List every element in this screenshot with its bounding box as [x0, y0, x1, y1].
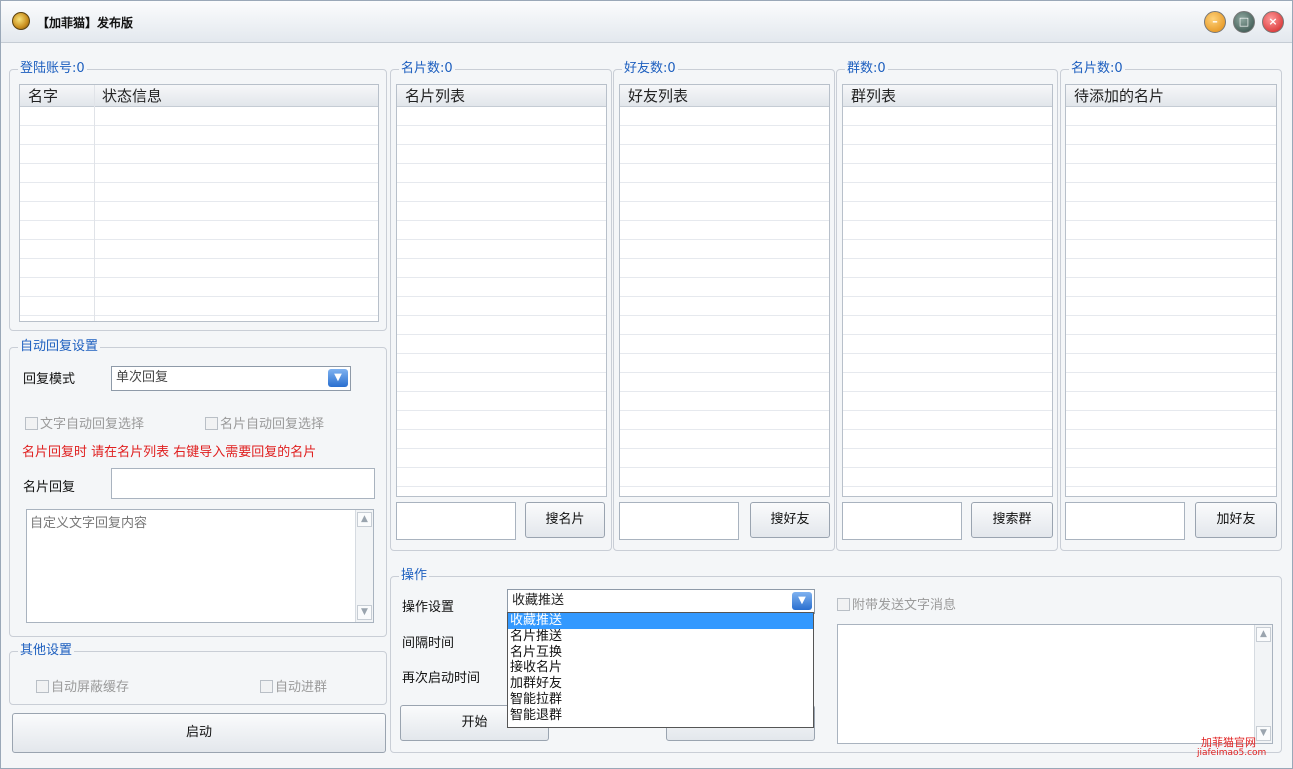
maximize-button[interactable]: □: [1233, 11, 1255, 33]
block-cache-checkbox[interactable]: 自动屏蔽缓存: [36, 676, 129, 695]
search-friends-button[interactable]: 搜好友: [750, 502, 830, 538]
search-cards-button[interactable]: 搜名片: [525, 502, 605, 538]
operation-setting-label: 操作设置: [402, 600, 455, 615]
close-button[interactable]: ×: [1262, 11, 1284, 33]
scroll-down-icon[interactable]: ▼: [357, 605, 372, 620]
card-search-input[interactable]: [396, 502, 516, 540]
attach-text-textarea[interactable]: ▲ ▼: [837, 624, 1273, 744]
scroll-up-icon[interactable]: ▲: [357, 512, 372, 527]
dropdown-option[interactable]: 名片互换: [508, 645, 813, 661]
auto-reply-label: 自动回复设置: [18, 339, 101, 355]
chevron-down-icon[interactable]: ▼: [792, 592, 812, 610]
auto-reply-group: 自动回复设置 回复模式 单次回复 ▼ 文字自动回复选择 名片自动回复选择 名片回…: [9, 339, 387, 637]
window-title: 【加菲猫】发布版: [37, 16, 134, 30]
card-auto-reply-checkbox[interactable]: 名片自动回复选择: [205, 413, 324, 432]
friends-list[interactable]: 好友列表: [619, 84, 830, 497]
cards-list[interactable]: 名片列表: [396, 84, 607, 497]
restart-time-label: 再次启动时间: [402, 671, 481, 686]
cards-count-label: 名片数:0: [399, 61, 455, 77]
cat-logo-icon: [12, 12, 30, 30]
accounts-table-header: 名字 状态信息: [20, 85, 378, 107]
interval-time-label: 间隔时间: [402, 636, 455, 651]
attach-scrollbar[interactable]: ▲ ▼: [1254, 625, 1272, 743]
attach-text-checkbox[interactable]: 附带发送文字消息: [837, 594, 956, 613]
pending-input[interactable]: [1065, 502, 1185, 540]
operation-label: 操作: [399, 568, 430, 584]
watermark-url: jiafeimao5.com: [1197, 748, 1267, 758]
start-button[interactable]: 启动: [12, 713, 386, 753]
cards-group: 名片数:0 名片列表 搜名片: [390, 61, 612, 551]
other-settings-label: 其他设置: [18, 643, 75, 659]
col-name-header[interactable]: 名字: [28, 87, 58, 105]
reply-mode-select[interactable]: 单次回复 ▼: [111, 366, 351, 391]
main-window: 【加菲猫】发布版 – □ × 登陆账号:0 名字 状态信息 名片数:0 名片列表…: [0, 0, 1293, 769]
other-settings-group: 其他设置 自动屏蔽缓存 自动进群: [9, 643, 387, 705]
card-reply-label: 名片回复: [23, 480, 76, 495]
group-search-input[interactable]: [842, 502, 962, 540]
dropdown-option[interactable]: 名片推送: [508, 629, 813, 645]
groups-list[interactable]: 群列表: [842, 84, 1053, 497]
search-groups-button[interactable]: 搜索群: [971, 502, 1053, 538]
add-friend-button[interactable]: 加好友: [1195, 502, 1277, 538]
login-accounts-label: 登陆账号:0: [18, 61, 87, 77]
cards-list-header[interactable]: 名片列表: [397, 85, 606, 107]
dropdown-option[interactable]: 智能退群: [508, 708, 813, 724]
scroll-up-icon[interactable]: ▲: [1256, 627, 1271, 642]
pending-cards-group: 名片数:0 待添加的名片 加好友: [1060, 61, 1282, 551]
col-status-header[interactable]: 状态信息: [102, 85, 162, 107]
accounts-table[interactable]: 名字 状态信息: [19, 84, 379, 322]
dropdown-option[interactable]: 接收名片: [508, 660, 813, 676]
card-reply-hint: 名片回复时 请在名片列表 右键导入需要回复的名片: [22, 445, 317, 460]
operation-dropdown-list[interactable]: 收藏推送 名片推送 名片互换 接收名片 加群好友 智能拉群 智能退群: [507, 612, 814, 728]
friends-group: 好友数:0 好友列表 搜好友: [613, 61, 835, 551]
pending-count-label: 名片数:0: [1069, 61, 1125, 77]
custom-reply-textarea[interactable]: 自定义文字回复内容 ▲ ▼: [26, 509, 374, 623]
login-accounts-group: 登陆账号:0 名字 状态信息: [9, 61, 387, 331]
text-auto-reply-checkbox[interactable]: 文字自动回复选择: [25, 413, 144, 432]
operation-setting-value: 收藏推送: [512, 593, 565, 608]
dropdown-option[interactable]: 加群好友: [508, 676, 813, 692]
reply-mode-value: 单次回复: [116, 370, 169, 385]
operation-setting-select[interactable]: 收藏推送 ▼: [507, 589, 815, 614]
auto-join-group-checkbox[interactable]: 自动进群: [260, 676, 327, 695]
column-divider: [94, 85, 95, 321]
groups-group: 群数:0 群列表 搜索群: [836, 61, 1058, 551]
friend-search-input[interactable]: [619, 502, 739, 540]
minimize-button[interactable]: –: [1204, 11, 1226, 33]
friends-count-label: 好友数:0: [622, 61, 678, 77]
pending-cards-list[interactable]: 待添加的名片: [1065, 84, 1277, 497]
scroll-down-icon[interactable]: ▼: [1256, 726, 1271, 741]
dropdown-option[interactable]: 收藏推送: [508, 613, 813, 629]
custom-reply-placeholder: 自定义文字回复内容: [30, 516, 148, 531]
textarea-scrollbar[interactable]: ▲ ▼: [355, 510, 373, 622]
groups-count-label: 群数:0: [845, 61, 888, 77]
pending-cards-header[interactable]: 待添加的名片: [1066, 85, 1276, 107]
groups-list-header[interactable]: 群列表: [843, 85, 1052, 107]
reply-mode-label: 回复模式: [23, 372, 76, 387]
title-bar: 【加菲猫】发布版 – □ ×: [1, 1, 1292, 43]
chevron-down-icon[interactable]: ▼: [328, 369, 348, 387]
dropdown-option[interactable]: 智能拉群: [508, 692, 813, 708]
card-reply-input[interactable]: [111, 468, 375, 499]
friends-list-header[interactable]: 好友列表: [620, 85, 829, 107]
